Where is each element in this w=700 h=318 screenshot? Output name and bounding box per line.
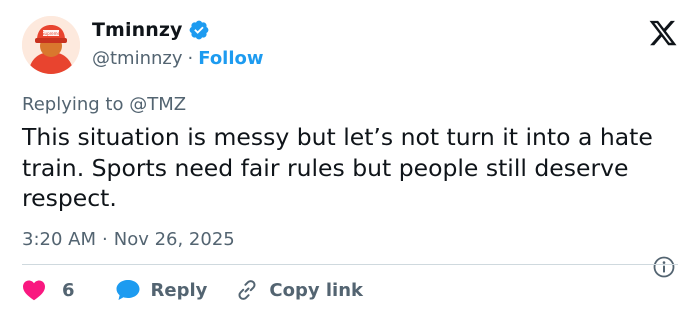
x-logo[interactable] [648,18,678,48]
display-name[interactable]: Tminnzy [92,19,182,41]
verified-badge-icon [190,20,209,40]
info-icon[interactable] [652,255,676,279]
tweet-card: Supreme Tminnzy @tminnzy · Follow Replying… [0,0,700,318]
tweet-date[interactable]: Nov 26, 2025 [114,229,235,250]
divider [22,264,678,265]
author-name-row: Tminnzy [92,19,210,41]
replying-prefix: Replying to [22,94,124,115]
heart-icon [23,280,45,301]
replying-to-mention[interactable]: @TMZ [129,94,186,115]
avatar-illustration: Supreme [22,16,80,74]
avatar[interactable]: Supreme [22,16,80,74]
speech-bubble-icon [116,280,140,300]
avatar-cap-text: Supreme [42,31,61,36]
replying-to: Replying to @TMZ [22,94,186,115]
separator-dot: · [187,48,194,69]
separator-dot: · [102,229,108,250]
timestamp[interactable]: 3:20 AM · Nov 26, 2025 [22,229,235,250]
action-bar: 6 Reply Copy link [22,277,391,303]
like-count: 6 [62,279,75,301]
link-icon [238,280,256,300]
tweet-text: This situation is messy but let’s not tu… [22,123,653,212]
like-button[interactable]: 6 [22,279,75,301]
copy-link-button[interactable]: Copy link [235,278,363,302]
handle-row: @tminnzy · Follow [92,48,264,69]
copy-link-label: Copy link [269,279,363,301]
follow-button[interactable]: Follow [198,48,263,69]
tweet-time[interactable]: 3:20 AM [22,229,96,250]
reply-label: Reply [150,279,208,301]
reply-button[interactable]: Reply [115,278,208,302]
user-handle[interactable]: @tminnzy [92,48,183,69]
